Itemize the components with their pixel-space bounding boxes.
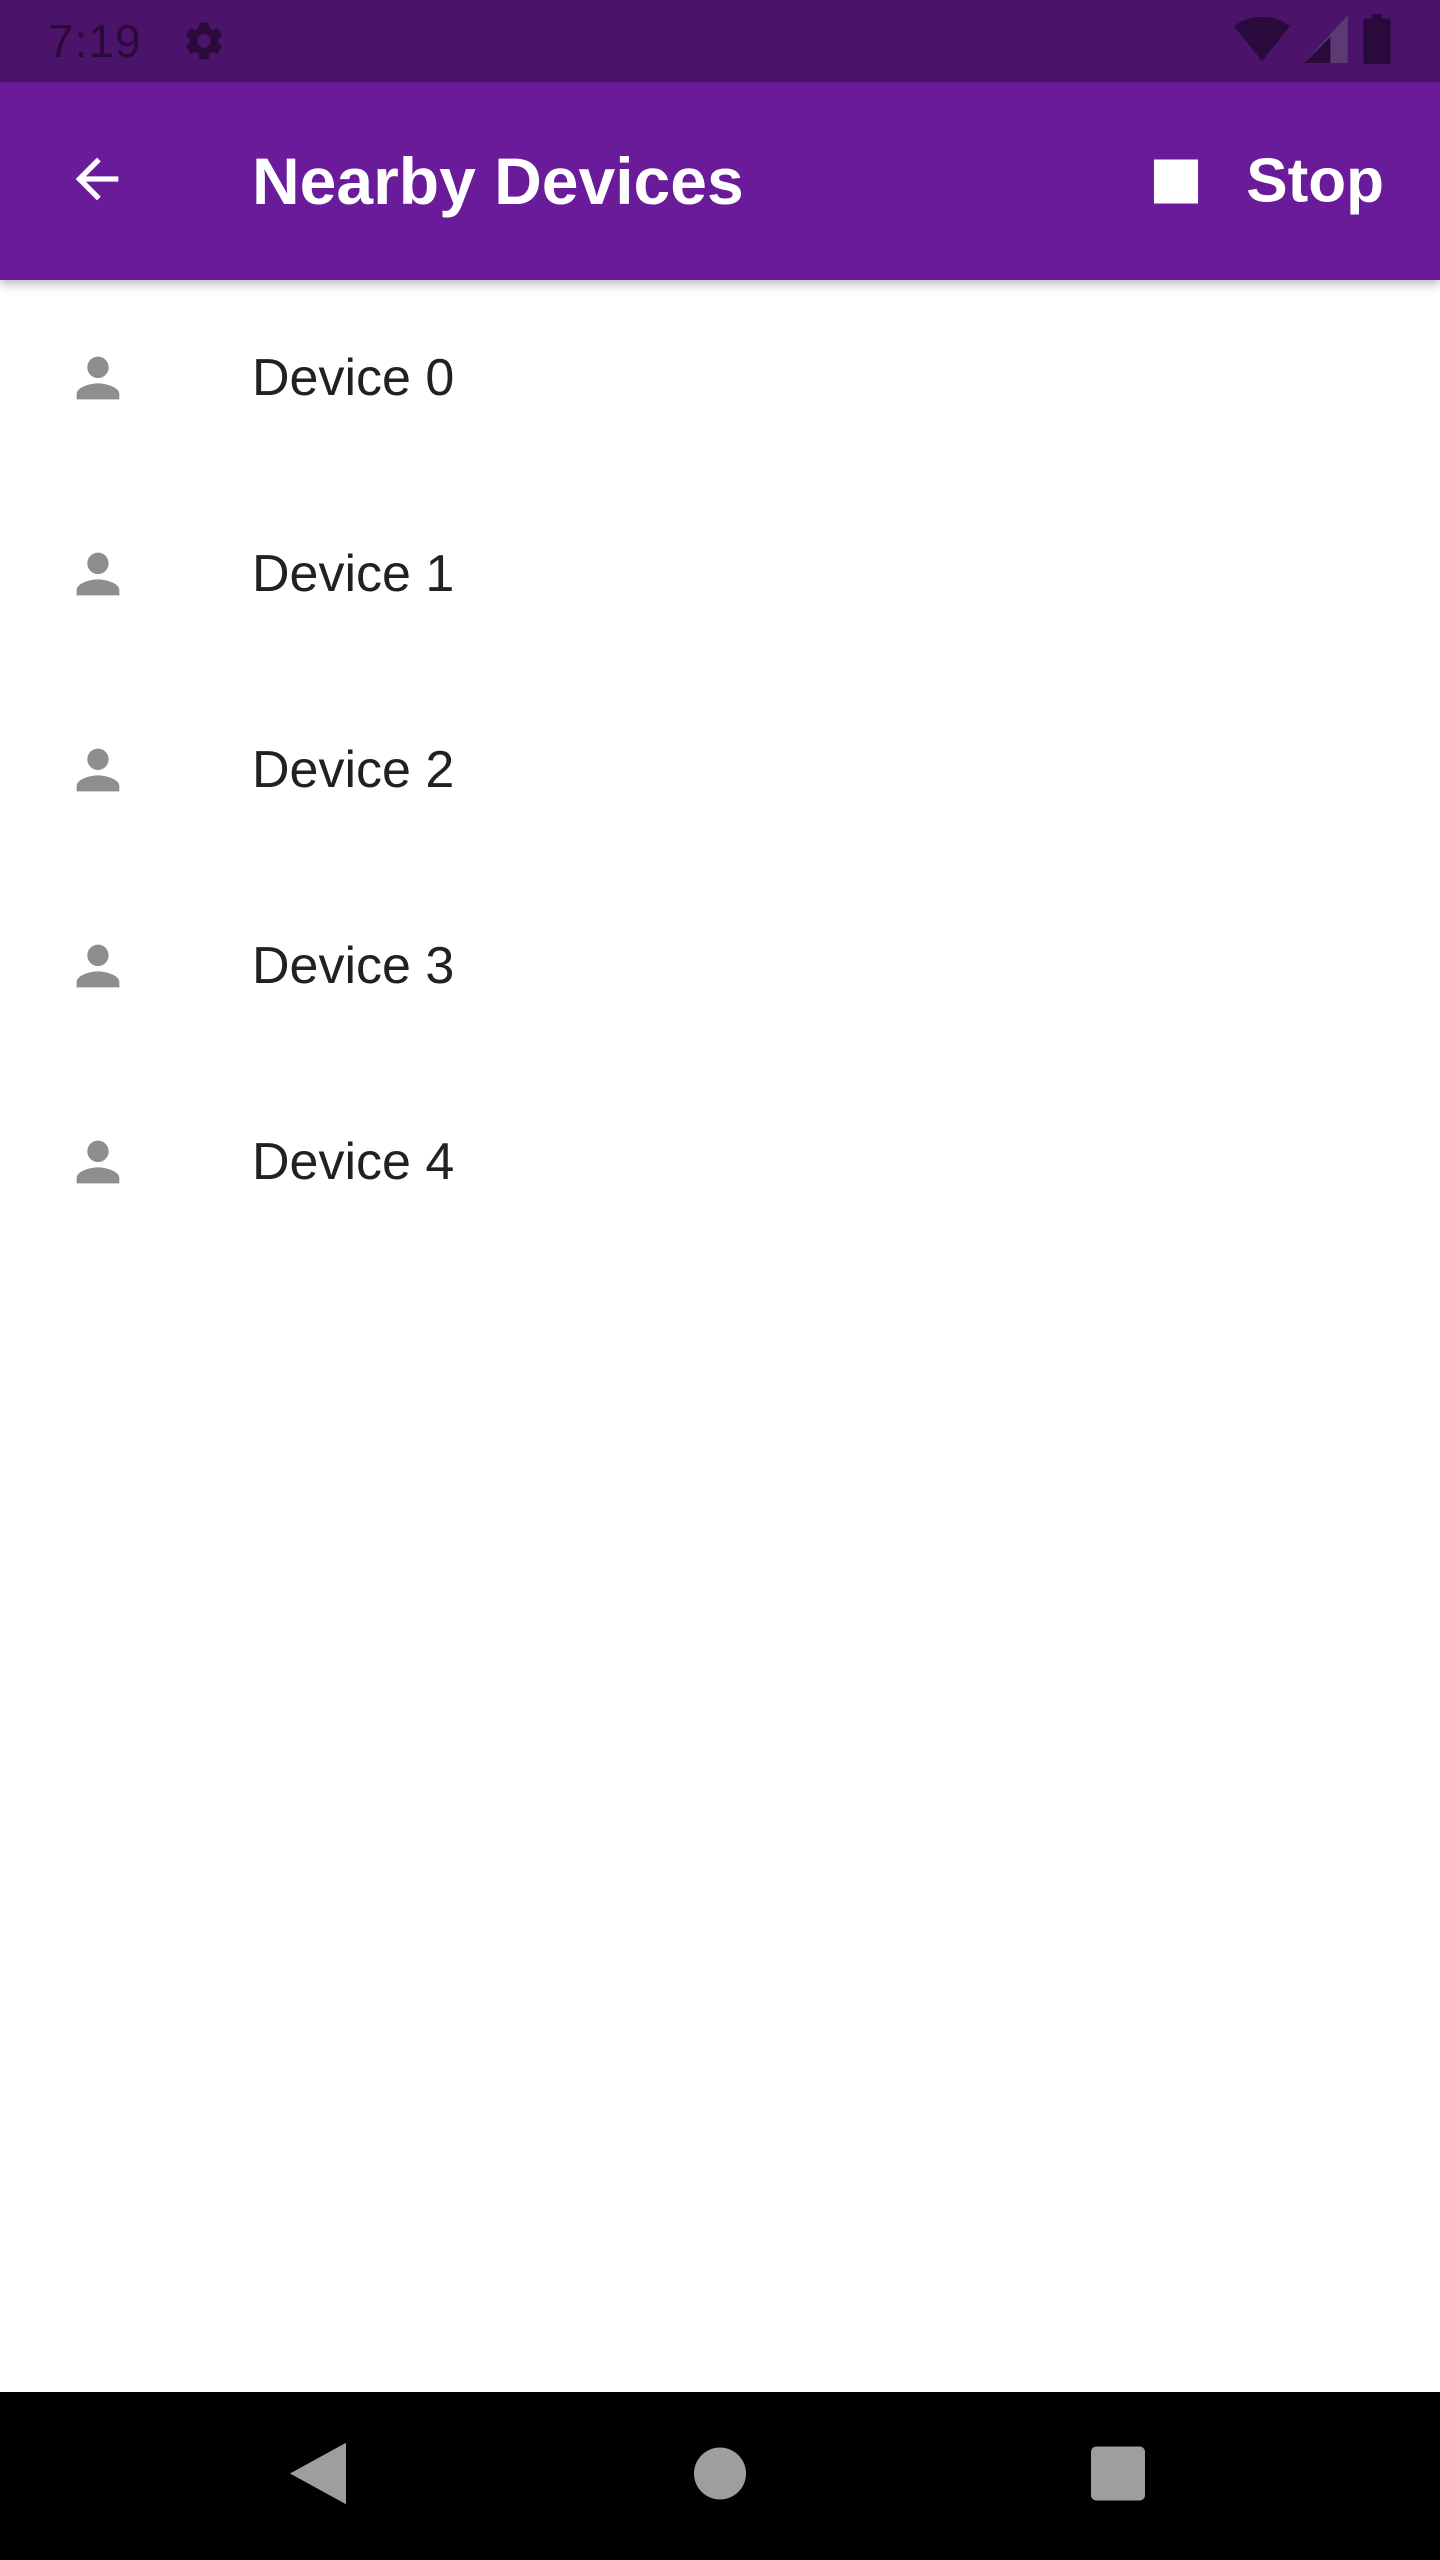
- app-bar: Nearby Devices Stop: [0, 82, 1440, 280]
- cell-signal-icon: [1304, 14, 1348, 68]
- person-icon: [66, 738, 130, 802]
- device-label: Device 1: [252, 545, 455, 603]
- stop-square-icon: [1154, 159, 1199, 203]
- person-icon: [66, 346, 130, 410]
- settings-gear-icon: [180, 17, 228, 65]
- nav-recents-button[interactable]: [1091, 2446, 1145, 2506]
- arrow-back-icon: [65, 147, 129, 216]
- person-icon: [66, 934, 130, 998]
- screen: 7:19 Nearby Devices Stop Device 0 Device…: [0, 0, 1440, 2560]
- back-button[interactable]: [52, 136, 142, 226]
- person-icon: [66, 1130, 130, 1194]
- stop-button[interactable]: Stop: [1154, 146, 1384, 217]
- device-label: Device 4: [252, 1133, 455, 1191]
- device-list-item[interactable]: Device 3: [0, 868, 1440, 1064]
- device-label: Device 3: [252, 937, 455, 995]
- battery-icon: [1362, 13, 1392, 69]
- device-label: Device 0: [252, 349, 455, 407]
- wifi-icon: [1234, 15, 1290, 68]
- nav-home-button[interactable]: [694, 2447, 746, 2505]
- stop-button-label: Stop: [1246, 146, 1384, 216]
- device-list-item[interactable]: Device 0: [0, 280, 1440, 476]
- page-title: Nearby Devices: [252, 144, 744, 218]
- nav-recents-icon: [1091, 2446, 1145, 2506]
- person-icon: [66, 542, 130, 606]
- status-bar: 7:19: [0, 0, 1440, 82]
- status-indicators: [1234, 13, 1392, 69]
- status-time: 7:19: [48, 15, 142, 67]
- device-label: Device 2: [252, 741, 455, 799]
- device-list-item[interactable]: Device 1: [0, 476, 1440, 672]
- nav-back-button[interactable]: [290, 2442, 346, 2510]
- system-nav-bar: [0, 2392, 1440, 2560]
- device-list-item[interactable]: Device 2: [0, 672, 1440, 868]
- device-list: Device 0 Device 1 Device 2 Device 3 Devi…: [0, 280, 1440, 1260]
- device-list-item[interactable]: Device 4: [0, 1064, 1440, 1260]
- nav-home-icon: [694, 2447, 746, 2505]
- nav-back-icon: [290, 2442, 346, 2510]
